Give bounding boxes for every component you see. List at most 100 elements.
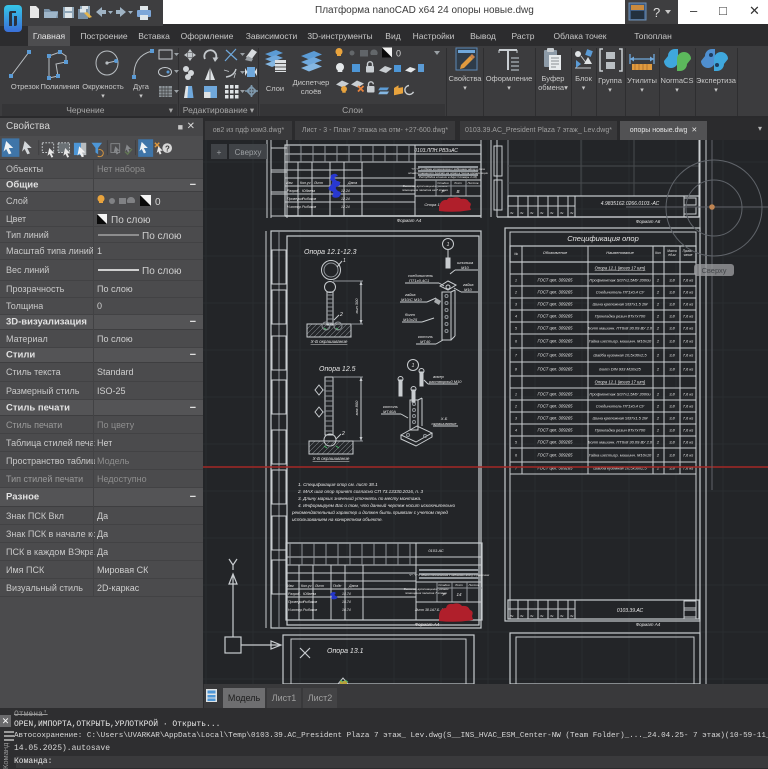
svg-text:6: 6 — [515, 340, 517, 344]
svg-text:Лк: Лк — [539, 614, 544, 618]
svg-text:3,8: 3,8 — [669, 416, 675, 421]
svg-text:3,8: 3,8 — [669, 290, 675, 295]
svg-text:ГОСТ цкл. 309265: ГОСТ цкл. 309265 — [537, 353, 573, 358]
svg-text:?: ? — [653, 5, 660, 20]
svg-text:7,6 кг: 7,6 кг — [683, 440, 694, 445]
svg-text:4: 4 — [515, 315, 517, 319]
svg-text:Х-Б окрашивание: Х-Б окрашивание — [310, 339, 348, 344]
svg-text:М10х25: М10х25 — [403, 317, 418, 322]
svg-text:3,8: 3,8 — [669, 453, 675, 458]
svg-text:Болт машинн. ПТ6х8 30.09 ВУ 2.: Болт машинн. ПТ6х8 30.09 ВУ 2.0 — [588, 440, 653, 445]
svg-text:Лк: Лк — [559, 211, 564, 215]
svg-text:Лист: Лист — [453, 181, 462, 185]
svg-text:6: 6 — [515, 454, 517, 458]
svg-text:Лист: Лист — [314, 584, 324, 588]
svg-text:Опора 12.5: Опора 12.5 — [319, 366, 356, 373]
svg-text:Р: Р — [442, 592, 445, 597]
svg-text:2: 2 — [339, 312, 343, 318]
svg-text:ГОСТ цкл. 309265: ГОСТ цкл. 309265 — [537, 302, 573, 307]
svg-text:3: 3 — [515, 417, 517, 421]
svg-text:Лист: Лист — [313, 181, 323, 185]
svg-text:ГОСТ цкл. 309265: ГОСТ цкл. 309265 — [537, 392, 573, 397]
svg-text:Лк: Лк — [549, 614, 554, 618]
svg-text:М10: М10 — [461, 265, 470, 270]
svg-text:Разраб.: Разраб. — [287, 189, 300, 193]
svg-text:Шина крепежная St37x1.5 2М: Шина крепежная St37x1.5 2М — [592, 416, 648, 421]
svg-text:ГОСТ цкл. 309265: ГОСТ цкл. 309265 — [537, 416, 573, 421]
svg-text:Лк: Лк — [509, 211, 514, 215]
svg-text:Формат А6: Формат А6 — [636, 219, 661, 224]
svg-text:4. Информируем Вас о том, что: 4. Информируем Вас о том, что данный чер… — [298, 502, 455, 508]
svg-text:помещения палатка 7 этаже: помещения палатка 7 этаже — [405, 591, 447, 595]
svg-text:Спецификация опор: Спецификация опор — [567, 234, 639, 243]
svg-text:Листов: Листов — [468, 583, 480, 587]
svg-text:Юдаева: Юдаева — [302, 189, 315, 193]
svg-text:Разраб.: Разраб. — [288, 592, 301, 596]
svg-text:3,8: 3,8 — [669, 367, 675, 372]
svg-text:Кол.уч: Кол.уч — [300, 181, 311, 185]
svg-text:1: 1 — [515, 279, 517, 283]
svg-text:7,6 кг: 7,6 кг — [683, 416, 694, 421]
svg-text:Р: Р — [441, 189, 444, 194]
svg-text:12.24: 12.24 — [341, 189, 350, 193]
svg-text:По слою: По слою — [142, 231, 182, 242]
svg-text:12.24: 12.24 — [341, 197, 350, 201]
svg-text:Юдаева: Юдаева — [303, 592, 316, 596]
svg-text:ГОСТ цкл. 309265: ГОСТ цкл. 309265 — [537, 404, 573, 409]
svg-text:3,8: 3,8 — [669, 326, 675, 331]
svg-text:2: 2 — [341, 431, 345, 437]
svg-text:?: ? — [165, 145, 170, 154]
svg-text:7,6 кг: 7,6 кг — [683, 278, 694, 283]
svg-text:окрашивание: окрашивание — [432, 421, 458, 426]
svg-text:Лк: Лк — [569, 211, 574, 215]
svg-text:14.74: 14.74 — [342, 592, 351, 596]
svg-text:Лк: Лк — [519, 211, 524, 215]
svg-text:3,8: 3,8 — [669, 440, 675, 445]
svg-text:3,8: 3,8 — [669, 404, 675, 409]
svg-text:16.74: 16.74 — [342, 608, 351, 612]
svg-text:3,8: 3,8 — [669, 314, 675, 319]
svg-text:2. МАХ шаг опор принят соглас: 2. МАХ шаг опор принят согласно СП 73.13… — [297, 489, 424, 494]
svg-text:мах 800: мах 800 — [354, 400, 359, 416]
svg-text:Рыбаков: Рыбаков — [302, 197, 316, 201]
svg-text:"У","Т" о обмен копенгагена с: "У","Т" о обмен копенгагена с кабинами a… — [409, 573, 490, 577]
svg-text:3,8: 3,8 — [669, 353, 675, 358]
svg-text:ГОСТ цкл. 309265: ГОСТ цкл. 309265 — [537, 314, 573, 319]
svg-text:7,6 кг: 7,6 кг — [683, 314, 694, 319]
svg-text:ГОСТ цкл. 309265: ГОСТ цкл. 309265 — [537, 428, 573, 433]
svg-text:Рыбаков: Рыбаков — [303, 608, 317, 612]
svg-text:15.74: 15.74 — [342, 600, 351, 604]
svg-text:Н.контр.: Н.контр. — [288, 608, 303, 612]
svg-text:Наименование: Наименование — [606, 250, 634, 255]
svg-text:Сверху: Сверху — [235, 148, 262, 157]
svg-text:Рыбаков: Рыбаков — [302, 205, 316, 209]
svg-text:Лк: Лк — [539, 211, 544, 215]
svg-text:Лк: Лк — [549, 211, 554, 215]
svg-text:3,8: 3,8 — [669, 392, 675, 397]
svg-text:4: 4 — [515, 429, 517, 433]
svg-text:Болт машинн. ПТ6х8 30.09 ВУ 2.: Болт машинн. ПТ6х8 30.09 ВУ 2.0 — [588, 326, 653, 331]
svg-text:7,6 кг: 7,6 кг — [683, 453, 694, 458]
svg-text:3,8: 3,8 — [669, 302, 675, 307]
svg-text:Опора 12.1 (всего 17 шт): Опора 12.1 (всего 17 шт) — [595, 380, 646, 385]
svg-text:7,6 кг: 7,6 кг — [683, 302, 694, 307]
svg-text:Болт DIN 933 М10х25: Болт DIN 933 М10х25 — [599, 367, 641, 372]
svg-text:МТ40А: МТ40А — [383, 409, 396, 414]
svg-text:7,6 кг: 7,6 кг — [683, 353, 694, 358]
svg-text:М10: М10 — [464, 287, 473, 292]
svg-text:1. Спецификация опор см. лист: 1. Спецификация опор см. лист 38.1 — [298, 482, 378, 487]
svg-text:3,8: 3,8 — [669, 278, 675, 283]
svg-text:Дата: Дата — [348, 584, 358, 588]
svg-text:Листов: Листов — [467, 181, 479, 185]
svg-text:ГОСТ цкл. 309265: ГОСТ цкл. 309265 — [537, 326, 573, 331]
svg-text:Кол: Кол — [655, 251, 661, 255]
svg-text:0103.АС: 0103.АС — [428, 548, 443, 553]
svg-text:1: 1 — [447, 242, 450, 248]
svg-text:ГОСТ цкл. 309265: ГОСТ цкл. 309265 — [537, 339, 573, 344]
svg-text:Стадия: Стадия — [437, 181, 449, 185]
svg-text:0103.ЛПН.РВЗиАС: 0103.ЛПН.РВЗиАС — [414, 148, 458, 154]
svg-text:7,6 кг: 7,6 кг — [683, 428, 694, 433]
svg-text:Лист: Лист — [454, 583, 463, 587]
svg-text:чание: чание — [684, 253, 693, 257]
svg-text:1: 1 — [412, 363, 415, 369]
